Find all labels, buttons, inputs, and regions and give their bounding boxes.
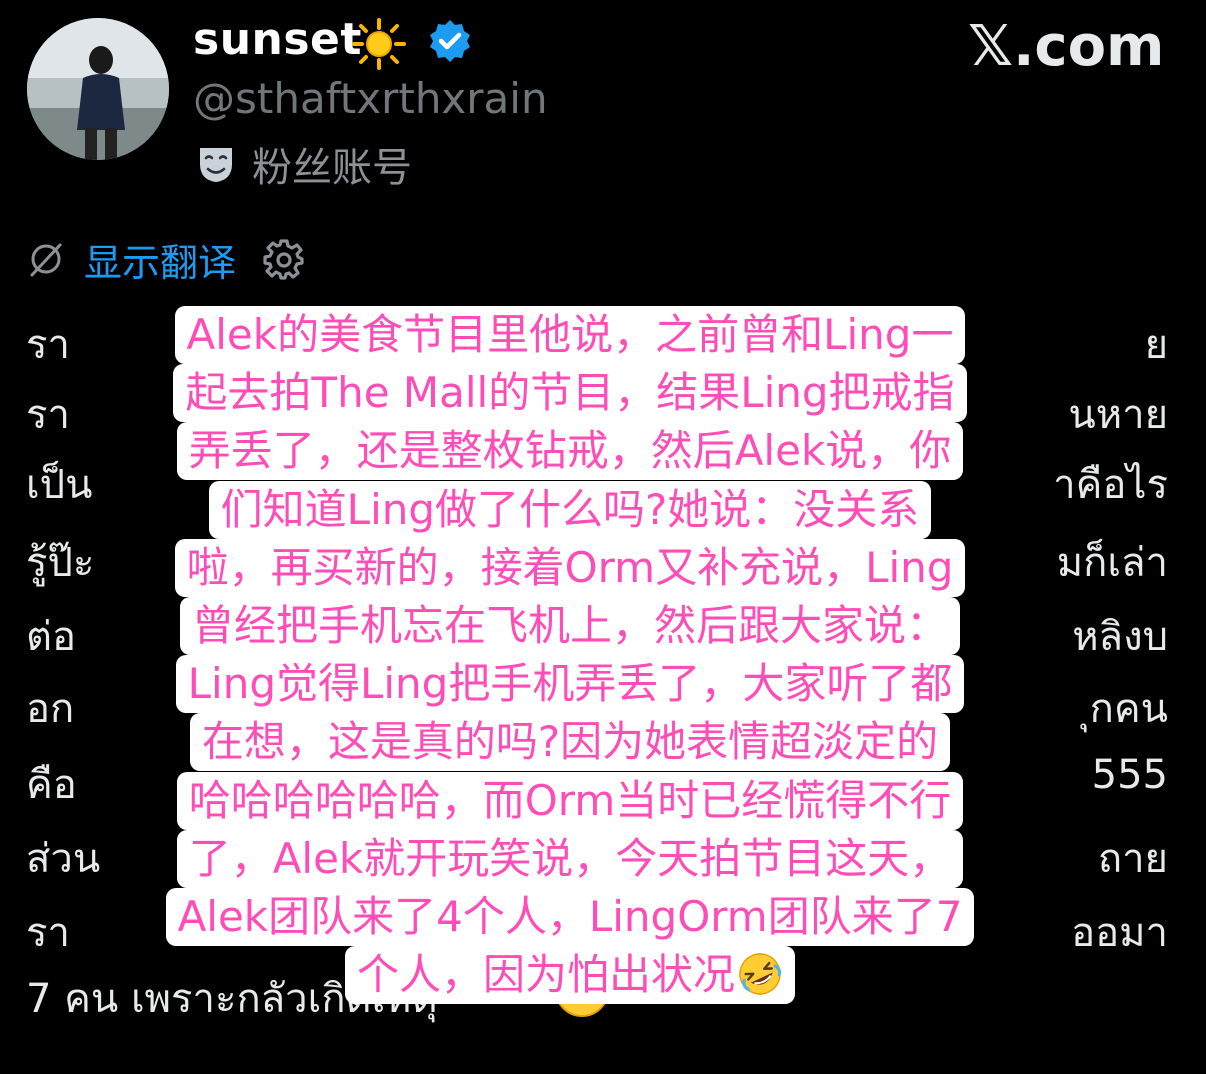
- caption-line: 哈哈哈哈哈哈，而Orm当时已经慌得不行: [176, 771, 964, 830]
- caption-line-last: 个人，因为怕出状况: [344, 946, 795, 1005]
- tweet-text-fragment: รา: [26, 322, 70, 368]
- tweet-text-fragment: นหาย: [1068, 392, 1168, 438]
- tweet-text-fragment: รา: [26, 392, 70, 438]
- caption-line: 曾经把手机忘在飞机上，然后跟大家说：: [179, 596, 960, 655]
- tweet-text-fragment: คือ: [26, 762, 77, 808]
- show-translation-link[interactable]: 显示翻译: [84, 232, 236, 287]
- caption-line: Alek团队来了4个人，LingOrm团队来了7: [165, 887, 975, 946]
- no-translate-icon: [30, 243, 62, 277]
- verified-badge-icon[interactable]: [427, 18, 473, 64]
- caption-line: 了，Alek就开玩笑说，今天拍节目这天，: [176, 829, 964, 888]
- caption-line: 啦，再买新的，接着Orm又补充说，Ling: [174, 538, 966, 597]
- translate-row: 显示翻译: [26, 232, 306, 286]
- translation-caption-overlay: Alek的美食节目里他说，之前曾和Ling一 起去拍The Mall的节目，结果…: [80, 306, 1060, 1005]
- tweet-text-fragment: ต่อ: [26, 614, 76, 660]
- tweet-text-fragment: ุกคน: [1089, 686, 1168, 732]
- badge-label: 粉丝账号: [252, 145, 412, 191]
- brand-logo: 𝕏.com: [968, 14, 1165, 79]
- caption-line: 在想，这是真的吗?因为她表情超淡定的: [189, 713, 951, 772]
- theater-mask-icon: [200, 148, 232, 182]
- rolling-on-floor-laughing-emoji-icon: [739, 953, 782, 995]
- tweet-text-fragment: ออมา: [1071, 910, 1168, 956]
- tweet-text-fragment: หลิงบ: [1072, 614, 1168, 660]
- gear-icon[interactable]: [262, 237, 306, 281]
- tweet-text-fragment: อก: [26, 686, 75, 732]
- tweet-text-fragment: ถาย: [1097, 836, 1168, 882]
- display-name[interactable]: sunset: [193, 14, 362, 65]
- caption-line: Ling觉得Ling把手机弄丢了，大家听了都: [175, 655, 965, 714]
- caption-line: Alek的美食节目里他说，之前曾和Ling一: [174, 306, 966, 364]
- tweet-text-fragment: มก็เล่า: [1056, 540, 1168, 586]
- tweet-text-fragment: ย: [1144, 322, 1168, 368]
- caption-line: 弄丢了，还是整枚钻戒，然后Alek说，你: [176, 422, 964, 481]
- tweet-text-fragment: รา: [26, 910, 70, 956]
- tweet-text-fragment: าคือไร: [1053, 462, 1168, 508]
- caption-line: 起去拍The Mall的节目，结果Ling把戒指: [173, 364, 967, 423]
- fan-account-badge: 粉丝账号: [196, 136, 412, 192]
- caption-line: 们知道Ling做了什么吗?她说：没关系: [208, 480, 932, 539]
- user-handle[interactable]: @sthaftxrthxrain: [193, 74, 548, 123]
- tweet-text-fragment: 555: [1091, 752, 1168, 798]
- sun-emoji-icon: [352, 18, 406, 70]
- avatar[interactable]: [27, 18, 169, 160]
- caption-line-text: 个人，因为怕出状况: [356, 950, 735, 1000]
